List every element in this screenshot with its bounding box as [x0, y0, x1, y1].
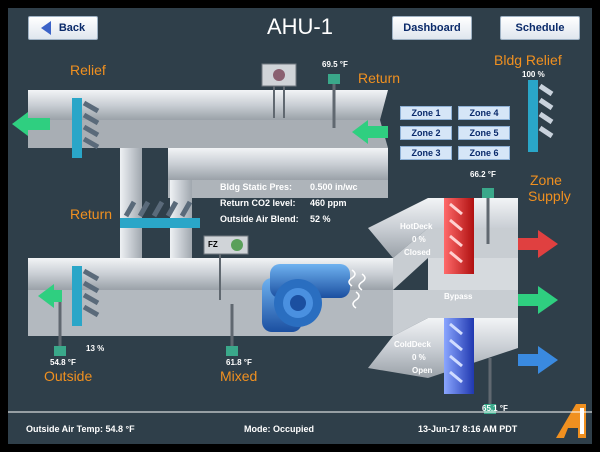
- mixed-label: Mixed: [220, 368, 258, 384]
- bldg-relief-label: Bldg Relief: [494, 52, 562, 68]
- colddeck-percent: 0 %: [412, 353, 426, 362]
- zone-6-button[interactable]: Zone 6: [458, 146, 510, 160]
- cold-supply-arrow: [518, 346, 558, 374]
- zone-3-button[interactable]: Zone 3: [400, 146, 452, 160]
- return-top-label: Return: [358, 70, 401, 86]
- hmi-screen: Back AHU-1 Dashboard Schedule Relief Ret…: [8, 8, 592, 444]
- hotdeck-percent: 0 %: [412, 235, 426, 244]
- zone-supply-label-1: Zone: [530, 172, 562, 188]
- mixed-temp-value: 61.8 °F: [226, 358, 252, 367]
- colddeck-label: ColdDeck: [394, 340, 431, 349]
- air-blend-value: 52 %: [310, 214, 331, 224]
- zone-4-button[interactable]: Zone 4: [458, 106, 510, 120]
- zone-1-button[interactable]: Zone 1: [400, 106, 452, 120]
- return-mid-label: Return: [70, 206, 113, 222]
- outside-temp-value: 54.8 °F: [50, 358, 76, 367]
- hotdeck-state: Closed: [404, 248, 431, 257]
- coldeck-temp-value: 65.1 °F: [482, 404, 508, 413]
- dashboard-button[interactable]: Dashboard: [392, 16, 472, 40]
- outside-air-temp-status: Outside Air Temp: 54.8 °F: [26, 424, 135, 434]
- static-pressure-value: 0.500 in/wc: [310, 182, 358, 192]
- static-pressure-label: Bldg Static Pres:: [220, 182, 293, 192]
- outside-label: Outside: [44, 368, 93, 384]
- bypass-supply-arrow: [518, 286, 558, 314]
- schedule-button[interactable]: Schedule: [500, 16, 580, 40]
- relief-label: Relief: [70, 62, 106, 78]
- bypass-label: Bypass: [444, 292, 473, 301]
- hot-supply-arrow: [518, 230, 558, 258]
- logo-icon: [556, 404, 586, 438]
- hotdeck-label: HotDeck: [400, 222, 433, 231]
- display-frame: Back AHU-1 Dashboard Schedule Relief Ret…: [0, 0, 600, 452]
- outside-damper-percent: 13 %: [86, 344, 105, 353]
- co2-value: 460 ppm: [310, 198, 347, 208]
- datetime-status: 13-Jun-17 8:16 AM PDT: [418, 424, 518, 434]
- co2-label: Return CO2 level:: [220, 198, 296, 208]
- colddeck-state: Open: [412, 366, 433, 375]
- colddeck-coil: [444, 318, 474, 394]
- bldg-relief-damper: [528, 80, 554, 152]
- mode-status: Mode: Occupied: [244, 424, 315, 434]
- bldg-relief-percent: 100 %: [522, 70, 545, 79]
- supply-temp-value: 66.2 °F: [470, 170, 496, 179]
- fz-label: FZ: [208, 240, 218, 249]
- zone-2-button[interactable]: Zone 2: [400, 126, 452, 140]
- air-blend-label: Outside Air Blend:: [220, 214, 299, 224]
- return-temp-value: 69.5 °F: [322, 60, 348, 69]
- hotdeck-coil: [444, 198, 474, 274]
- zone-supply-label-2: Supply: [528, 188, 571, 204]
- zone-5-button[interactable]: Zone 5: [458, 126, 510, 140]
